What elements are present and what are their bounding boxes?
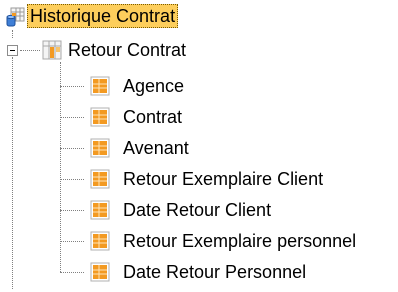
tree-node-field[interactable]: Contrat xyxy=(0,104,240,130)
tree-node-field[interactable]: Agence xyxy=(0,73,240,99)
tree-connector-field-h xyxy=(60,210,84,211)
tree-node-label: Agence xyxy=(123,76,185,96)
tree-node-label: Avenant xyxy=(123,138,189,158)
tree-node-field[interactable]: Date Retour Personnel xyxy=(0,259,320,285)
field-icon xyxy=(90,138,110,158)
tree-node-root[interactable]: Historique Contrat xyxy=(0,4,260,30)
field-icon xyxy=(90,200,110,220)
tree-connector-field-h xyxy=(60,241,84,242)
tree-node-label: Historique Contrat xyxy=(27,4,179,28)
field-icon xyxy=(90,169,110,189)
table-group-icon xyxy=(42,40,62,60)
field-icon xyxy=(90,107,110,127)
tree-node-label: Retour Exemplaire personnel xyxy=(123,231,357,251)
collapse-minus-icon[interactable] xyxy=(7,45,18,56)
tree-node-retour-contrat[interactable]: Retour Contrat xyxy=(0,37,260,63)
tree-connector-field-h xyxy=(60,86,84,87)
tree-node-field[interactable]: Retour Exemplaire personnel xyxy=(0,228,396,254)
field-icon xyxy=(90,231,110,251)
field-icon xyxy=(90,262,110,282)
tree-node-label: Retour Contrat xyxy=(68,40,187,60)
tree-node-field[interactable]: Avenant xyxy=(0,135,240,161)
field-icon xyxy=(90,76,110,96)
tree-connector-field-h xyxy=(60,272,84,273)
tree-node-label: Date Retour Personnel xyxy=(123,262,307,282)
tree-connector-field-h xyxy=(60,148,84,149)
tree-node-label: Retour Exemplaire Client xyxy=(123,169,324,189)
tree-connector-field-h xyxy=(60,179,84,180)
table-database-icon xyxy=(6,7,25,27)
tree-view[interactable]: Historique Contrat Retour Contrat Agence xyxy=(0,0,398,292)
tree-node-label: Contrat xyxy=(123,107,183,127)
tree-node-field[interactable]: Date Retour Client xyxy=(0,197,280,223)
tree-connector-field-h xyxy=(60,117,84,118)
tree-node-field[interactable]: Retour Exemplaire Client xyxy=(0,166,323,192)
tree-node-label: Date Retour Client xyxy=(123,200,272,220)
